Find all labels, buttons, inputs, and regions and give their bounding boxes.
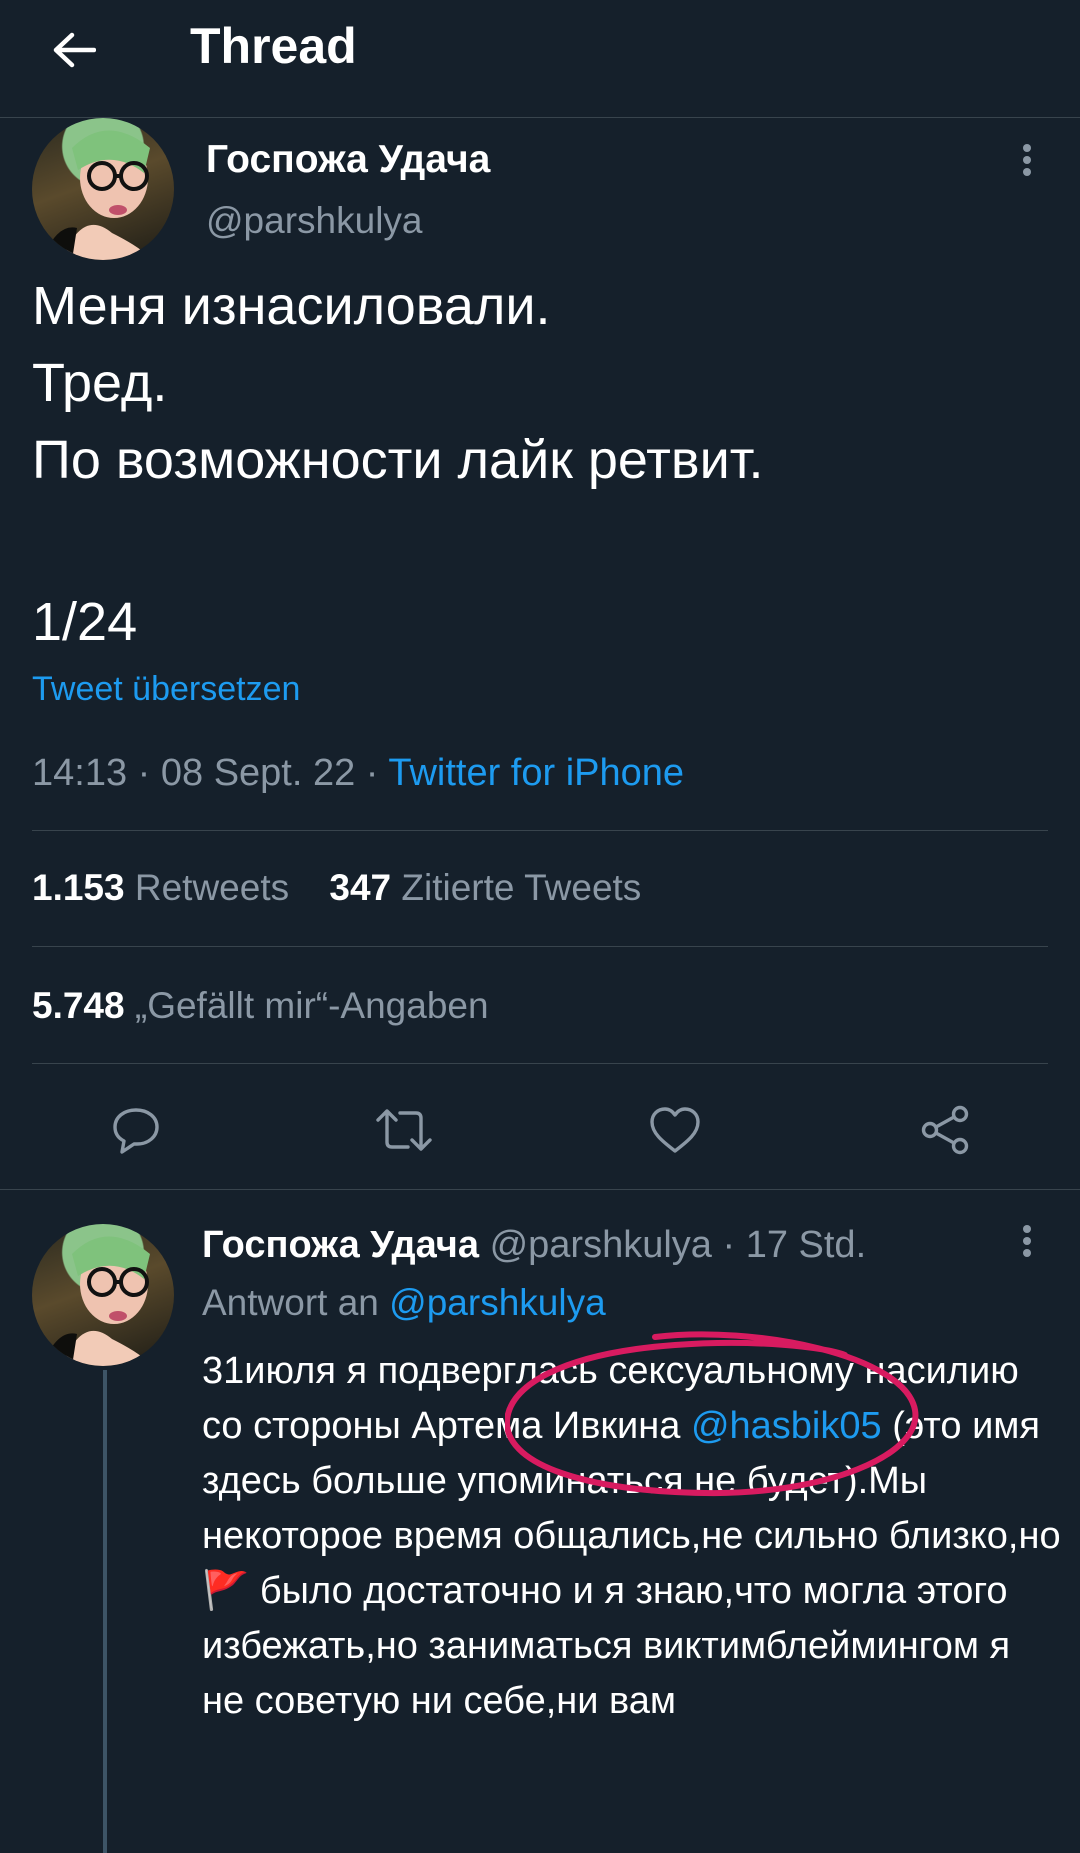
share-icon <box>921 1105 969 1155</box>
divider <box>32 1063 1048 1064</box>
avatar-image <box>42 1236 152 1366</box>
thread-connector-line <box>103 1370 107 1853</box>
reply-to-line: Antwort an @parshkulya <box>202 1278 606 1328</box>
retweets-label: Retweets <box>134 867 290 908</box>
timestamp[interactable]: 14:13 · 08 Sept. 22 · <box>32 752 388 794</box>
tweet-meta: 14:13 · 08 Sept. 22 · Twitter for iPhone <box>32 749 684 797</box>
retweets-count: 1.153 <box>32 867 125 908</box>
retweet-icon <box>376 1109 432 1151</box>
retweets-stat[interactable]: 1.153 Retweets <box>32 867 289 908</box>
share-button[interactable] <box>915 1100 975 1160</box>
divider <box>32 830 1048 831</box>
retweet-stats: 1.153 Retweets 347 Zitierte Tweets <box>32 864 641 912</box>
top-bar: Thread <box>0 0 1080 118</box>
avatar-image <box>42 130 152 260</box>
heart-icon <box>650 1107 700 1153</box>
reply-author-name[interactable]: Госпожа Удача <box>202 1224 479 1266</box>
reply-author-handle[interactable]: @parshkulya <box>490 1224 712 1266</box>
tweet-text-line: 1/24 <box>32 592 138 652</box>
avatar[interactable] <box>32 1224 174 1366</box>
red-flag-emoji: 🚩 <box>202 1570 250 1612</box>
quotes-count: 347 <box>329 867 392 908</box>
source-link[interactable]: Twitter for iPhone <box>388 752 684 794</box>
reply-text-part: было достаточно и я знаю,что могла этого… <box>202 1570 1011 1722</box>
reply-to-handle[interactable]: @parshkulya <box>389 1282 606 1323</box>
author-handle[interactable]: @parshkulya <box>206 198 423 244</box>
reply-text: 31июля я подверглась сексуальному насили… <box>202 1344 1062 1729</box>
page-title: Thread <box>190 18 357 74</box>
likes-count: 5.748 <box>32 985 125 1026</box>
mention-link[interactable]: @hasbik05 <box>691 1405 882 1447</box>
quotes-label: Zitierte Tweets <box>401 867 642 908</box>
more-options-button[interactable] <box>1007 1216 1047 1266</box>
divider <box>32 946 1048 947</box>
tweet-text-line: По возможности лайк ретвит. <box>32 430 764 490</box>
author-name[interactable]: Госпожа Удача <box>206 136 490 184</box>
more-options-button[interactable] <box>1007 135 1047 185</box>
divider <box>0 1189 1080 1190</box>
tweet-text-line: Меня изнасиловали. <box>32 276 551 336</box>
likes-label: „Gefällt mir“-Angaben <box>134 985 489 1026</box>
avatar[interactable] <box>32 118 174 260</box>
back-button[interactable] <box>44 20 104 80</box>
reply-time[interactable]: 17 Std. <box>746 1224 866 1266</box>
more-vertical-icon <box>1023 1225 1031 1257</box>
like-button[interactable] <box>645 1100 705 1160</box>
reply-icon <box>113 1108 159 1154</box>
arrow-left-icon <box>53 32 96 68</box>
reply-to-label: Antwort an <box>202 1282 390 1323</box>
more-vertical-icon <box>1023 144 1031 176</box>
quotes-stat[interactable]: 347 Zitierte Tweets <box>329 867 641 908</box>
meta-separator: · <box>711 1224 746 1266</box>
reply-button[interactable] <box>106 1100 166 1160</box>
likes-stat[interactable]: 5.748 „Gefällt mir“-Angaben <box>32 982 489 1030</box>
tweet-text: Меня изнасиловали. Тред. По возможности … <box>32 268 763 661</box>
retweet-button[interactable] <box>374 1100 434 1160</box>
translate-link[interactable]: Tweet übersetzen <box>32 667 300 711</box>
tweet-text-line <box>32 499 763 576</box>
tweet-text-line: Тред. <box>32 353 168 413</box>
reply-header: Госпожа Удача @parshkulya · 17 Std. <box>202 1220 866 1270</box>
